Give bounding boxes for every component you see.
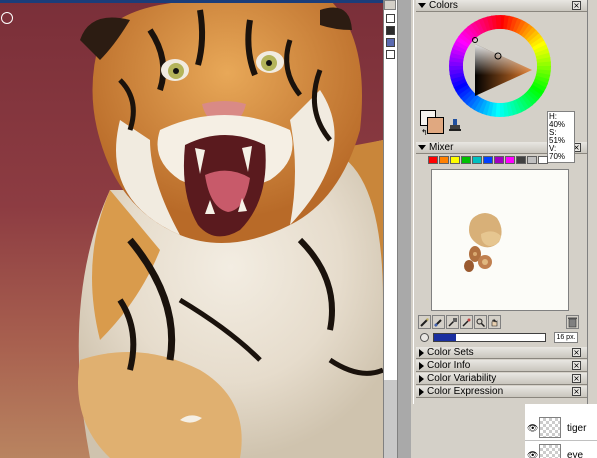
collapse-triangle-icon[interactable] xyxy=(418,145,426,150)
eye-visibility-icon[interactable]: 👁 xyxy=(527,450,538,458)
zoom-tool-icon[interactable] xyxy=(474,315,487,329)
expand-triangle-icon[interactable] xyxy=(419,374,424,383)
color-info-label: Color Info xyxy=(427,360,471,371)
close-icon[interactable]: × xyxy=(572,374,581,383)
mixer-color-chip[interactable] xyxy=(516,156,526,164)
mixer-color-chip[interactable] xyxy=(428,156,438,164)
value-value: V: 70% xyxy=(549,144,566,161)
canvas-lower-edge xyxy=(383,380,397,458)
layer-row-tiger[interactable]: 👁 tiger xyxy=(525,414,597,441)
swap-colors-icon[interactable]: ↰ xyxy=(421,128,428,137)
close-icon[interactable]: × xyxy=(572,361,581,370)
mixer-panel-title: Mixer xyxy=(429,142,454,153)
painting-canvas[interactable] xyxy=(0,0,383,458)
mixer-color-chip[interactable] xyxy=(538,156,548,164)
edge-swatch-dark[interactable] xyxy=(386,26,395,35)
mixer-color-chip[interactable] xyxy=(494,156,504,164)
clone-color-icon[interactable] xyxy=(449,118,461,132)
layer-thumbnail xyxy=(539,444,561,458)
brush-size-slider[interactable] xyxy=(433,333,546,342)
dab-brush-tool-icon[interactable] xyxy=(418,315,431,329)
color-variability-label: Color Variability xyxy=(427,373,497,384)
mixer-color-chip[interactable] xyxy=(483,156,493,164)
brush-size-dot-icon xyxy=(420,333,429,342)
eye-visibility-icon[interactable]: 👁 xyxy=(527,423,538,434)
sample-color-tool-icon[interactable] xyxy=(446,315,459,329)
close-icon[interactable]: × xyxy=(572,348,581,357)
tiger-painting xyxy=(78,0,383,458)
layer-name: tiger xyxy=(567,423,587,434)
brush-cursor-icon xyxy=(1,12,13,24)
hsv-readout: H: 40% S: 51% V: 70% xyxy=(547,111,575,163)
color-sets-label: Color Sets xyxy=(427,347,474,358)
panel-gutter xyxy=(397,0,411,458)
sample-multiple-colors-tool-icon[interactable] xyxy=(460,315,473,329)
close-icon[interactable]: × xyxy=(572,387,581,396)
collapse-triangle-icon[interactable] xyxy=(418,3,426,8)
hue-ring-color-wheel[interactable] xyxy=(448,14,552,118)
color-expression-label: Color Expression xyxy=(427,386,504,397)
edge-swatch-white[interactable] xyxy=(386,14,395,23)
mixer-color-chip[interactable] xyxy=(439,156,449,164)
mixer-color-strip[interactable] xyxy=(428,156,549,164)
close-icon[interactable]: × xyxy=(572,1,581,10)
brush-size-slider-fill xyxy=(434,334,457,341)
mixer-color-chip[interactable] xyxy=(450,156,460,164)
layer-row-eye[interactable]: 👁 eye xyxy=(525,441,597,458)
mixed-paint-blob xyxy=(464,213,502,272)
colors-panel-header[interactable]: Colors × xyxy=(416,0,587,12)
color-sets-panel-header[interactable]: Color Sets × xyxy=(416,347,587,359)
saturation-value: S: 51% xyxy=(549,128,566,145)
edge-swatch-blue[interactable] xyxy=(386,38,395,47)
edge-swatch-grid[interactable] xyxy=(386,50,395,59)
layers-panel: 👁 tiger 👁 eye xyxy=(525,404,597,458)
mix-brush-tool-icon[interactable] xyxy=(432,315,445,329)
expand-triangle-icon[interactable] xyxy=(419,387,424,396)
mixer-color-chip[interactable] xyxy=(505,156,515,164)
brush-size-value[interactable]: 16 px. xyxy=(554,332,578,343)
color-variability-panel-header[interactable]: Color Variability × xyxy=(416,373,587,385)
clear-pad-trash-icon[interactable] xyxy=(566,315,579,329)
primary-color-swatch[interactable] xyxy=(427,117,444,134)
color-expression-panel-header[interactable]: Color Expression × xyxy=(416,386,587,398)
layer-thumbnail xyxy=(539,417,561,438)
pan-tool-icon[interactable] xyxy=(488,315,501,329)
mixer-color-chip[interactable] xyxy=(472,156,482,164)
canvas-top-border xyxy=(0,0,383,3)
layer-name: eye xyxy=(567,450,584,458)
expand-triangle-icon[interactable] xyxy=(419,361,424,370)
color-info-panel-header[interactable]: Color Info × xyxy=(416,360,587,372)
hue-value: H: 40% xyxy=(549,112,566,129)
colors-panel-title: Colors xyxy=(429,0,458,11)
scroll-up-arrow-icon[interactable] xyxy=(384,0,396,10)
mixer-color-chip[interactable] xyxy=(461,156,471,164)
expand-triangle-icon[interactable] xyxy=(419,348,424,357)
mixer-color-chip[interactable] xyxy=(527,156,537,164)
mixer-tool-row xyxy=(418,315,502,329)
